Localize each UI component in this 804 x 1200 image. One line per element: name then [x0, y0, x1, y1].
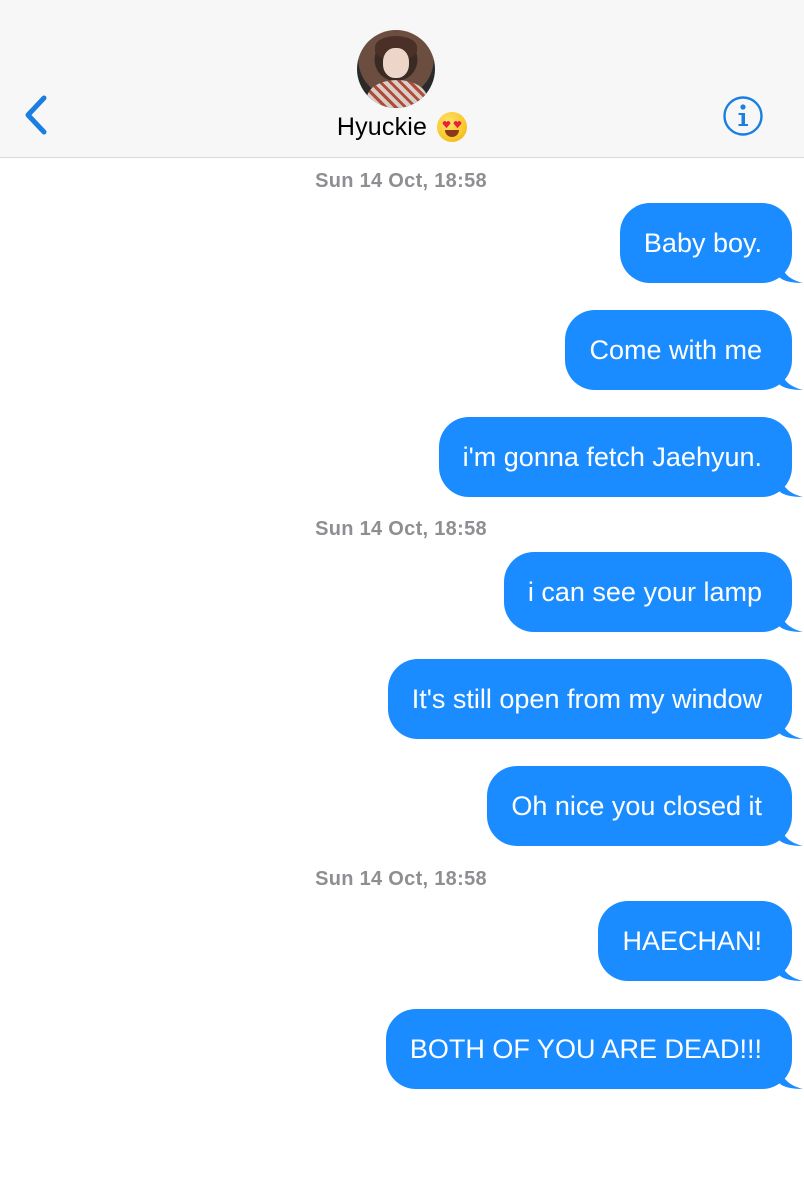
message-bubble[interactable]: BOTH OF YOU ARE DEAD!!!: [385, 1009, 803, 1089]
timestamp: Sun 14 Oct, 18:58: [315, 868, 487, 890]
bubble-tail: [779, 1063, 803, 1089]
message-text: HAECHAN!: [622, 926, 762, 956]
bubble-tail: [779, 606, 803, 632]
bubble-tail: [779, 364, 803, 390]
message-text: It's still open from my window: [411, 684, 762, 714]
message-bubble[interactable]: It's still open from my window: [387, 659, 803, 739]
timestamp: Sun 14 Oct, 18:58: [315, 518, 487, 540]
message-text: Baby boy.: [643, 228, 762, 258]
bubble-tail: [779, 471, 803, 497]
bubble-tail: [779, 713, 803, 739]
info-button[interactable]: [722, 95, 764, 137]
message-text: i'm gonna fetch Jaehyun.: [462, 442, 762, 472]
bubble-tail: [779, 955, 803, 981]
conversation-header: Hyuckie: [0, 0, 804, 158]
contact-name[interactable]: Hyuckie: [0, 112, 804, 142]
timestamp: Sun 14 Oct, 18:58: [315, 170, 487, 192]
info-icon: [723, 96, 763, 136]
bubble-tail: [779, 820, 803, 846]
message-text: i can see your lamp: [527, 577, 762, 607]
message-text: Oh nice you closed it: [511, 791, 762, 821]
heart-eyes-emoji-icon: [437, 112, 468, 142]
message-bubble[interactable]: i'm gonna fetch Jaehyun.: [438, 417, 803, 497]
message-bubble[interactable]: HAECHAN!: [598, 901, 803, 981]
contact-name-label: Hyuckie: [336, 112, 428, 141]
avatar[interactable]: [357, 30, 435, 108]
message-bubble[interactable]: Oh nice you closed it: [487, 766, 803, 846]
message-bubble[interactable]: i can see your lamp: [503, 552, 803, 632]
message-text: BOTH OF YOU ARE DEAD!!!: [409, 1034, 762, 1064]
message-bubble[interactable]: Come with me: [565, 310, 803, 390]
message-bubble[interactable]: Baby boy.: [619, 203, 803, 283]
message-text: Come with me: [589, 335, 762, 365]
bubble-tail: [779, 257, 803, 283]
